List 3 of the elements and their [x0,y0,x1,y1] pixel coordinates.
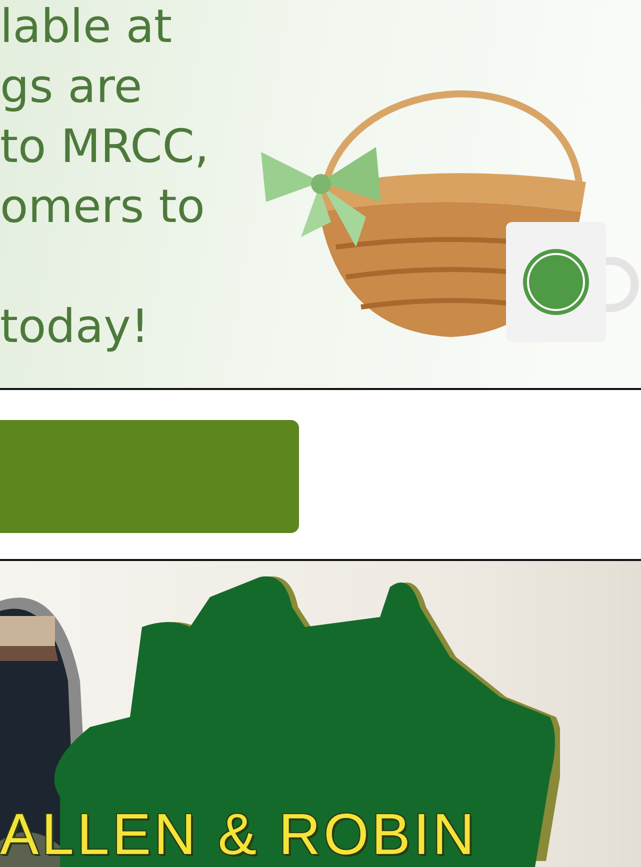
action-button[interactable] [0,420,299,533]
promo-text: lable at gs are to MRCC, omers to today! [0,0,210,355]
event-title: ALLEN & ROBIN [0,803,478,867]
